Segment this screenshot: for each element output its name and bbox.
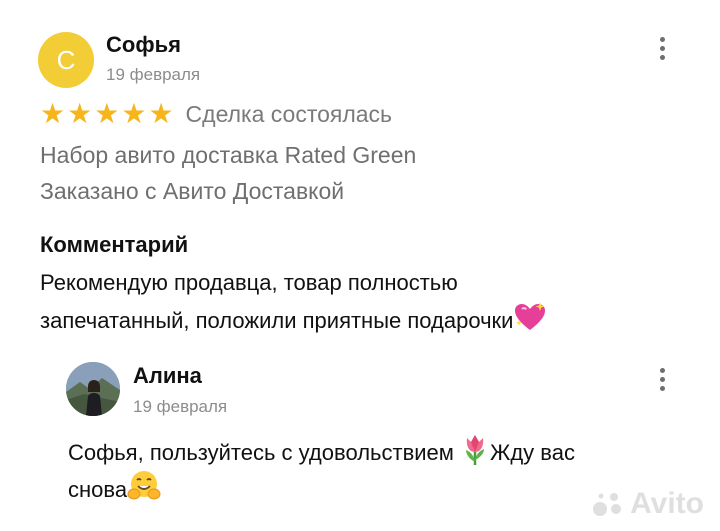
reply-text-end: снова: [68, 476, 128, 502]
reply-date: 19 февраля: [133, 397, 228, 416]
avatar-letter: С: [56, 44, 76, 75]
avito-logo: Avito: [592, 487, 704, 521]
reply-avatar[interactable]: [66, 362, 120, 416]
delivery-info: Заказано с Авито Доставкой: [40, 178, 345, 204]
avito-logo-text: Avito: [630, 487, 704, 520]
rating-stars: ★ ★ ★ ★ ★ Сделка состоялась: [40, 100, 392, 128]
comment-text-line-1: Рекомендую продавца, товар полностью: [40, 270, 458, 295]
sparkling-heart-emoji: [513, 302, 547, 342]
comment-text-line-2: запечатанный, положили приятные подарочк…: [40, 302, 547, 342]
avatar[interactable]: С: [38, 32, 94, 88]
reply-text: Софья, пользуйтесь с удовольствием: [68, 439, 461, 465]
more-vertical-icon[interactable]: [658, 37, 666, 60]
comment-heading: Комментарий: [40, 232, 189, 257]
reply-text-line-2: снова: [68, 470, 161, 512]
reply-text-continued: Жду вас: [490, 439, 575, 465]
star-icon: ★: [94, 98, 120, 129]
more-vertical-icon[interactable]: [658, 368, 666, 391]
review-date: 19 февраля: [106, 65, 201, 84]
hugging-face-emoji: [127, 470, 161, 512]
tulip-emoji: [460, 432, 490, 476]
comment-text: запечатанный, положили приятные подарочк…: [40, 307, 514, 333]
star-icon: ★: [121, 98, 147, 129]
product-name[interactable]: Набор авито доставка Rated Green: [40, 142, 416, 169]
star-icon: ★: [148, 98, 174, 129]
review-author-name[interactable]: Софья: [106, 32, 181, 58]
deal-status: Сделка состоялась: [185, 100, 393, 127]
star-icon: ★: [40, 98, 66, 129]
star-icon: ★: [67, 98, 93, 129]
reply-author-name[interactable]: Алина: [133, 363, 202, 389]
